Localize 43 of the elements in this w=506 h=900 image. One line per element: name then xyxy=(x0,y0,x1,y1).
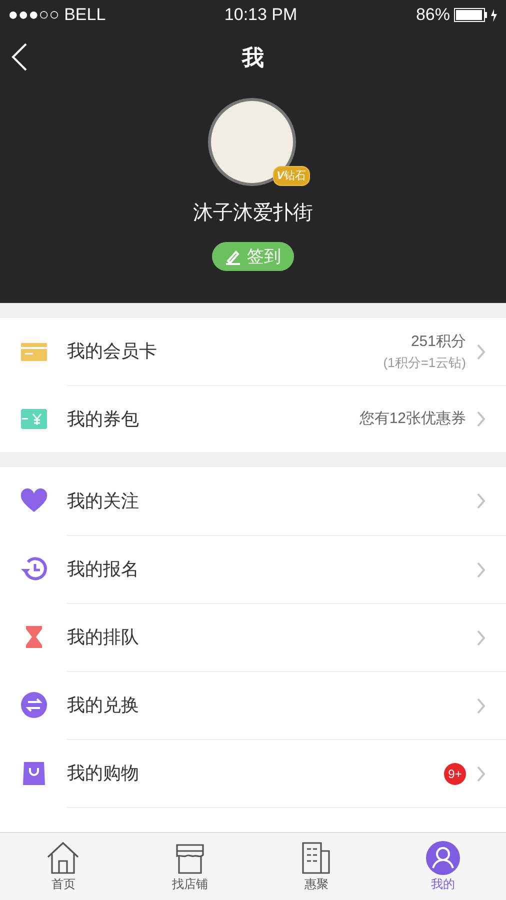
page-title: 我 xyxy=(242,44,264,72)
history-icon xyxy=(20,555,48,583)
chevron-right-icon xyxy=(476,628,486,646)
menu-label: 我的报名 xyxy=(67,558,140,581)
chevron-right-icon xyxy=(476,560,486,578)
tab-item[interactable]: 惠聚 xyxy=(253,833,380,900)
menu-item[interactable]: 我的报名 xyxy=(0,535,506,603)
heart-icon xyxy=(20,487,48,515)
menu-item[interactable]: 我的会员卡 251积分 (1积分=1云钻) xyxy=(0,318,506,385)
menu-label: 我的关注 xyxy=(67,490,140,512)
tab-item[interactable]: 我的 xyxy=(380,833,506,900)
menu-label: 我的排队 xyxy=(67,626,140,649)
tab-item[interactable]: 首页 xyxy=(0,833,126,900)
menu-label: 我的兑换 xyxy=(67,694,140,717)
shopping-bag-icon xyxy=(20,759,48,787)
time-text: 10:13 PM xyxy=(224,4,298,26)
menu-label: 我的会员卡 xyxy=(67,340,158,363)
pencil-icon xyxy=(225,248,241,264)
menu-value: 251积分 xyxy=(410,332,466,352)
chevron-right-icon xyxy=(476,696,486,714)
chevron-right-icon xyxy=(476,342,486,360)
menu-label: 我的券包 xyxy=(67,408,140,430)
home-icon xyxy=(46,841,80,875)
battery-text: 86% xyxy=(416,4,450,26)
exchange-icon xyxy=(20,691,48,719)
chevron-right-icon xyxy=(476,410,486,428)
chevron-right-icon xyxy=(476,764,486,782)
carrier-text: ●●●○○ BELL xyxy=(8,4,106,26)
menu-label: 我的购物 xyxy=(67,762,140,785)
menu-value: 您有12张优惠券 xyxy=(359,408,466,429)
chevron-right-icon xyxy=(476,492,486,510)
notification-badge: 9+ xyxy=(444,762,466,784)
tab-item[interactable]: 找店铺 xyxy=(126,833,253,900)
menu-note: (1积分=1云钻) xyxy=(383,354,466,372)
menu-item[interactable]: 我的排队 xyxy=(0,603,506,671)
menu-item[interactable]: 我的券包 您有12张优惠券 xyxy=(0,385,506,452)
menu-item[interactable]: 我的购物 9+ xyxy=(0,739,506,807)
menu-item[interactable]: 我的兑换 xyxy=(0,671,506,739)
user-name: 沐子沐爱扑街 xyxy=(193,201,313,226)
menu-item[interactable]: 我的关注 xyxy=(0,467,506,535)
level-badge: V钻石 xyxy=(272,166,310,186)
user-icon xyxy=(426,841,460,875)
battery-icon xyxy=(454,8,498,22)
